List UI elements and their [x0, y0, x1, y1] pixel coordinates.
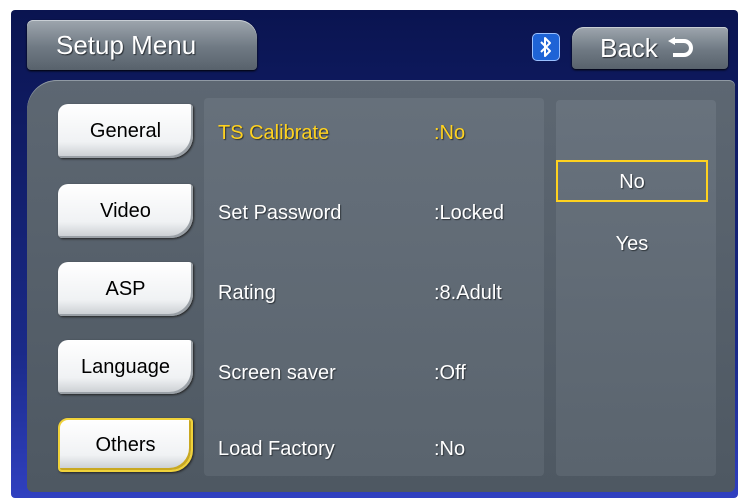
setting-rating-value: :8.Adult	[434, 282, 502, 304]
option-no[interactable]: No	[556, 171, 708, 194]
tab-label: General	[89, 119, 162, 142]
tab-asp[interactable]: ASP	[58, 262, 193, 316]
return-arrow-icon	[668, 37, 693, 57]
bluetooth-icon[interactable]	[532, 33, 560, 61]
setting-set-password[interactable]: Set Password	[218, 202, 341, 225]
back-button-label: Back	[600, 33, 658, 63]
tab-video[interactable]: Video	[58, 184, 193, 238]
tab-others[interactable]: Others	[58, 418, 193, 472]
setting-rating[interactable]: Rating	[218, 282, 276, 305]
tab-label: Video	[100, 199, 151, 222]
setting-screen-saver[interactable]: Screen saver	[218, 362, 336, 385]
tab-label: ASP	[105, 277, 146, 300]
tab-label: Others	[95, 433, 156, 456]
setting-ts-calibrate[interactable]: TS Calibrate	[218, 122, 329, 145]
setting-screen-saver-value: :Off	[434, 362, 466, 384]
setting-set-password-value: :Locked	[434, 202, 505, 224]
setting-load-factory[interactable]: Load Factory	[218, 438, 335, 461]
option-yes[interactable]: Yes	[556, 233, 708, 256]
page-title: Setup Menu	[56, 30, 197, 60]
options-list	[556, 100, 716, 476]
tab-language[interactable]: Language	[58, 340, 193, 394]
tab-label: Language	[81, 355, 170, 378]
tab-general[interactable]: General	[58, 104, 193, 158]
setting-load-factory-value: :No	[434, 438, 466, 460]
setting-ts-calibrate-value: :No	[434, 122, 466, 144]
